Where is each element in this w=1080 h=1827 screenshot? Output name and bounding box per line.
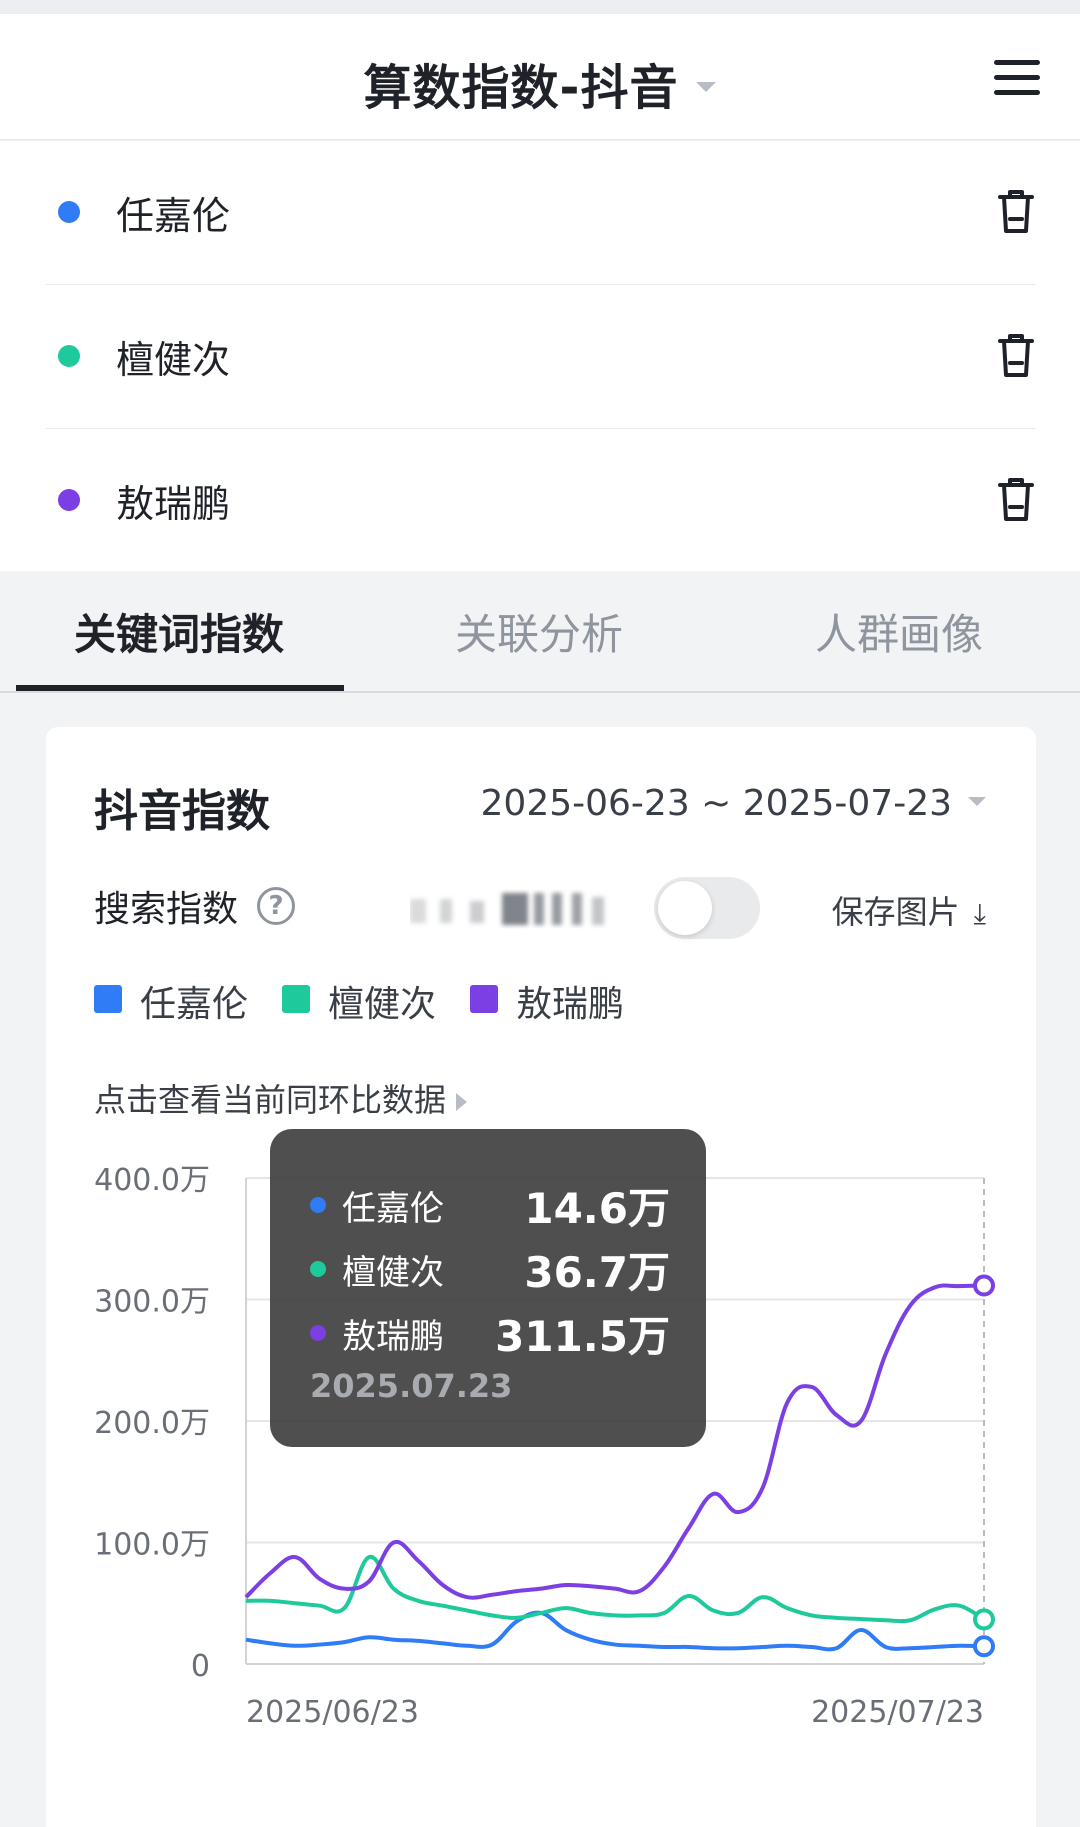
tooltip-row: 任嘉伦 14.6万 [310,1177,670,1233]
y-tick-label: 0 [191,1649,210,1684]
search-index-chart[interactable]: 400.0万 300.0万 200.0万 100.0万 0 2025/06/23 2025… [0,0,1080,1827]
tooltip-dot [310,1197,326,1213]
data-point[interactable] [973,1274,995,1297]
tooltip-dot [310,1261,326,1277]
tooltip-row: 敖瑞鹏 311.5万 [310,1305,670,1361]
y-tick-label: 300.0万 [94,1285,210,1320]
x-tick-label: 2025/07/23 [811,1695,984,1730]
tooltip-value: 36.7万 [524,1248,670,1297]
tooltip-row: 檀健次 36.7万 [310,1241,670,1297]
y-tick-label: 200.0万 [94,1406,210,1441]
tooltip-value: 311.5万 [495,1312,670,1361]
tooltip-name: 檀健次 [342,1253,444,1293]
y-tick-label: 400.0万 [94,1163,210,1198]
chart-tooltip: 任嘉伦 14.6万 檀健次 36.7万 敖瑞鹏 311.5万 2025.07.2… [270,1129,706,1447]
tooltip-name: 敖瑞鹏 [342,1317,444,1357]
data-point[interactable] [973,1635,995,1658]
data-point[interactable] [973,1608,995,1631]
y-tick-label: 100.0万 [94,1528,210,1563]
x-tick-label: 2025/06/23 [246,1695,419,1730]
tooltip-date: 2025.07.23 [310,1367,513,1405]
tooltip-value: 14.6万 [524,1184,670,1233]
tooltip-dot [310,1325,326,1341]
tooltip-name: 任嘉伦 [342,1189,444,1229]
